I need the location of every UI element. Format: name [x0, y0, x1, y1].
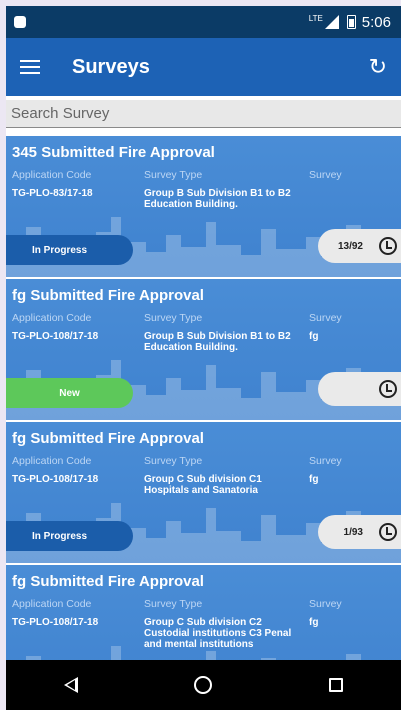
status-badge: New: [6, 378, 133, 408]
label-application-code: Application Code: [12, 312, 92, 324]
label-application-code: Application Code: [12, 598, 92, 610]
survey-type: Group C Sub division C1 Hospitals and Sa…: [144, 474, 262, 496]
home-icon[interactable]: [194, 676, 213, 694]
survey-card[interactable]: fg Submitted Fire Approval Application C…: [6, 422, 401, 565]
card-details: Application Code Survey Type Survey TG-P…: [12, 169, 395, 210]
app-bar: Surveys ↻: [6, 38, 401, 96]
app-frame: LTE 5:06 Surveys ↻ 345 Submitted Fire Ap…: [6, 6, 401, 710]
progress-sync-pill[interactable]: [318, 372, 401, 406]
survey-name: [309, 188, 395, 210]
status-time: 5:06: [361, 13, 391, 31]
survey-card[interactable]: fg Submitted Fire Approval Application C…: [6, 565, 401, 666]
sync-icon[interactable]: [379, 237, 397, 255]
label-application-code: Application Code: [12, 169, 92, 181]
label-survey-type: Survey Type: [144, 598, 203, 610]
label-application-code: Application Code: [12, 455, 92, 467]
search-container: [6, 96, 401, 132]
survey-name: fg: [309, 617, 319, 628]
label-survey-type: Survey Type: [144, 455, 203, 467]
label-survey: Survey: [309, 598, 342, 610]
progress-count: 13/92: [337, 240, 363, 252]
sync-icon[interactable]: [379, 380, 397, 398]
hamburger-icon[interactable]: [20, 60, 40, 74]
signal-icon: [324, 15, 339, 29]
progress-sync-pill[interactable]: 13/92: [318, 229, 401, 263]
system-nav-bar: [6, 660, 401, 710]
sync-icon[interactable]: [379, 523, 397, 541]
card-details: Application Code Survey Type Survey TG-P…: [12, 598, 395, 650]
status-bar: LTE 5:06: [6, 6, 401, 38]
label-survey-type: Survey Type: [144, 312, 203, 324]
card-details: Application Code Survey Type Survey TG-P…: [12, 312, 395, 353]
survey-type: Group B Sub Division B1 to B2 Education …: [144, 331, 291, 353]
survey-type: Group C Sub division C2 Custodial instit…: [144, 617, 292, 650]
search-bar[interactable]: [6, 100, 401, 128]
label-survey-type: Survey Type: [144, 169, 203, 181]
android-notification-icon: [14, 16, 26, 28]
recents-icon[interactable]: [328, 678, 343, 692]
survey-name: fg: [309, 331, 319, 342]
progress-sync-pill[interactable]: 1/93: [318, 515, 401, 549]
application-code: TG-PLO-108/17-18: [12, 474, 99, 485]
survey-card[interactable]: 345 Submitted Fire Approval Application …: [6, 136, 401, 279]
battery-icon: [346, 15, 356, 29]
status-badge: In Progress: [6, 521, 133, 551]
survey-card[interactable]: fg Submitted Fire Approval Application C…: [6, 279, 401, 422]
survey-list[interactable]: 345 Submitted Fire Approval Application …: [6, 136, 401, 666]
label-survey: Survey: [309, 312, 342, 324]
search-input[interactable]: [11, 105, 401, 122]
network-type: LTE: [308, 13, 323, 23]
card-title: 345 Submitted Fire Approval: [12, 144, 215, 161]
application-code: TG-PLO-108/17-18: [12, 331, 99, 342]
status-badge: In Progress: [6, 235, 133, 265]
page-title: Surveys: [72, 55, 150, 78]
label-survey: Survey: [309, 455, 342, 467]
survey-type: Group B Sub Division B1 to B2 Education …: [144, 188, 291, 210]
card-details: Application Code Survey Type Survey TG-P…: [12, 455, 395, 496]
application-code: TG-PLO-83/17-18: [12, 188, 93, 199]
back-icon[interactable]: [64, 677, 79, 693]
label-survey: Survey: [309, 169, 342, 181]
card-title: fg Submitted Fire Approval: [12, 287, 204, 304]
application-code: TG-PLO-108/17-18: [12, 617, 99, 628]
card-title: fg Submitted Fire Approval: [12, 430, 204, 447]
refresh-icon[interactable]: ↻: [369, 54, 387, 80]
card-title: fg Submitted Fire Approval: [12, 573, 204, 590]
survey-name: fg: [309, 474, 319, 485]
progress-count: 1/93: [343, 526, 363, 538]
